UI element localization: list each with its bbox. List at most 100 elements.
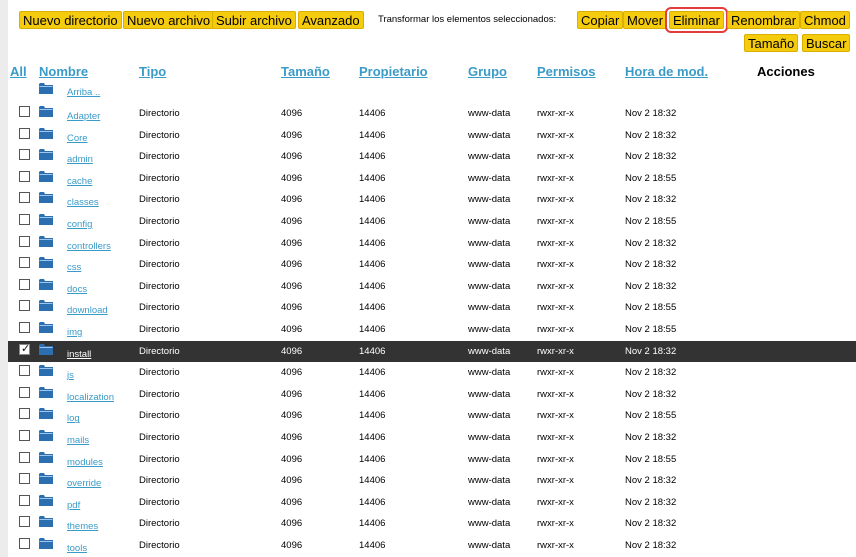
- row-checkbox[interactable]: [19, 408, 30, 420]
- rename-button[interactable]: Renombrar: [727, 11, 801, 29]
- owner-cell: 14406: [359, 280, 386, 292]
- folder-name-link[interactable]: log: [67, 413, 80, 424]
- sort-type-header[interactable]: Tipo: [139, 64, 166, 79]
- size-button[interactable]: Tamaño: [744, 34, 799, 52]
- row-checkbox[interactable]: [19, 127, 30, 139]
- type-cell: Directorio: [139, 129, 180, 141]
- folder-name-link[interactable]: Core: [67, 133, 88, 144]
- group-cell: www-data: [468, 453, 511, 465]
- folder-name-link[interactable]: mails: [67, 435, 89, 446]
- row-checkbox[interactable]: [19, 516, 30, 528]
- group-cell: www-data: [468, 280, 511, 292]
- row-checkbox[interactable]: ✓: [19, 342, 30, 355]
- permissions-cell: rwxr-xr-x: [537, 237, 574, 249]
- folder-name-link[interactable]: classes: [67, 197, 99, 208]
- sort-modified-header[interactable]: Hora de mod.: [625, 64, 708, 79]
- group-cell: www-data: [468, 237, 511, 249]
- folder-icon: [39, 538, 53, 549]
- copy-button[interactable]: Copiar: [577, 11, 624, 29]
- folder-name-link[interactable]: controllers: [67, 241, 111, 252]
- folder-name-link[interactable]: docs: [67, 284, 87, 295]
- row-checkbox[interactable]: [19, 322, 30, 333]
- table-row: modules Directorio 4096 14406 www-data rwxr-x…: [8, 449, 856, 471]
- folder-name-link[interactable]: cache: [67, 176, 92, 187]
- sort-size-header[interactable]: Tamaño: [281, 64, 330, 79]
- folder-name-link[interactable]: css: [67, 262, 81, 273]
- type-cell: Directorio: [139, 345, 180, 357]
- row-checkbox[interactable]: [19, 106, 30, 117]
- row-checkbox[interactable]: [19, 170, 30, 182]
- sort-owner-header[interactable]: Propietario: [359, 64, 428, 79]
- group-cell: www-data: [468, 216, 511, 227]
- transform-selected-label: Transformar los elementos seleccionados:: [378, 14, 557, 25]
- size-cell: 4096: [281, 194, 303, 206]
- permissions-cell: rwxr-xr-x: [537, 432, 574, 443]
- advanced-button[interactable]: Avanzado: [298, 11, 364, 29]
- folder-icon: [39, 235, 53, 247]
- size-cell: 4096: [281, 367, 303, 379]
- row-checkbox[interactable]: [19, 473, 30, 485]
- size-cell: 4096: [281, 259, 303, 271]
- delete-button[interactable]: Eliminar: [665, 7, 728, 33]
- folder-name-link[interactable]: override: [67, 478, 101, 489]
- folder-name-link[interactable]: admin: [67, 154, 93, 165]
- folder-name-link[interactable]: download: [67, 305, 108, 316]
- group-cell: www-data: [468, 388, 511, 400]
- table-row: docs Directorio 4096 14406 www-data rwxr-xr-x…: [8, 276, 856, 298]
- folder-name-link[interactable]: tools: [67, 543, 87, 554]
- row-checkbox[interactable]: [19, 278, 30, 290]
- size-cell: 4096: [281, 475, 303, 487]
- table-row: config Directorio 4096 14406 www-data rwxr-xr…: [8, 211, 856, 233]
- owner-cell: 14406: [359, 410, 386, 422]
- row-checkbox[interactable]: [19, 451, 30, 463]
- sort-permissions-header[interactable]: Permisos: [537, 64, 596, 79]
- size-cell: 4096: [281, 129, 303, 141]
- folder-name-link[interactable]: install: [67, 349, 91, 360]
- table-row: Core Directorio 4096 14406 www-data rwxr-xr-x…: [8, 125, 856, 147]
- group-cell: www-data: [468, 540, 511, 551]
- folder-name-link[interactable]: config: [67, 219, 92, 230]
- owner-cell: 14406: [359, 151, 386, 163]
- upload-file-button[interactable]: Subir archivo: [212, 11, 296, 29]
- folder-icon: [39, 300, 53, 312]
- select-all-link[interactable]: All: [10, 64, 27, 79]
- modified-cell: Nov 2 18:32: [625, 367, 677, 379]
- row-checkbox[interactable]: [19, 538, 30, 549]
- new-file-button[interactable]: Nuevo archivo: [123, 11, 215, 29]
- row-checkbox[interactable]: [19, 257, 30, 269]
- search-button[interactable]: Buscar: [802, 34, 851, 52]
- row-checkbox[interactable]: [19, 300, 30, 312]
- folder-name-link[interactable]: themes: [67, 521, 98, 532]
- permissions-cell: rwxr-xr-x: [537, 367, 574, 379]
- table-row: img Directorio 4096 14406 www-data rwxr-xr-x N…: [8, 319, 856, 341]
- row-checkbox[interactable]: [19, 192, 30, 204]
- type-cell: Directorio: [139, 518, 180, 530]
- table-row: Adapter Directorio 4096 14406 www-data rwxr-x…: [8, 103, 856, 125]
- row-checkbox[interactable]: [19, 149, 30, 161]
- row-checkbox[interactable]: [19, 494, 30, 506]
- parent-directory-link[interactable]: Arriba ..: [67, 87, 100, 98]
- sort-name-header[interactable]: Nombre: [39, 64, 88, 79]
- new-directory-button[interactable]: Nuevo directorio: [19, 11, 122, 29]
- folder-name-link[interactable]: modules: [67, 457, 103, 468]
- folder-name-link[interactable]: js: [67, 370, 74, 381]
- row-checkbox[interactable]: [19, 235, 30, 247]
- row-checkbox[interactable]: [19, 386, 30, 398]
- folder-icon: [39, 322, 53, 333]
- row-checkbox[interactable]: [19, 365, 30, 377]
- row-checkbox[interactable]: [19, 430, 30, 441]
- chmod-button[interactable]: Chmod: [800, 11, 850, 29]
- folder-name-link[interactable]: Adapter: [67, 111, 100, 122]
- folder-icon: [39, 106, 53, 117]
- folder-name-link[interactable]: pdf: [67, 500, 80, 511]
- sort-group-header[interactable]: Grupo: [468, 64, 507, 79]
- folder-icon: [39, 494, 53, 506]
- row-checkbox[interactable]: [19, 214, 30, 225]
- folder-name-link[interactable]: localization: [67, 392, 114, 403]
- modified-cell: Nov 2 18:55: [625, 216, 677, 227]
- table-row: mails Directorio 4096 14406 www-data rwxr-xr-…: [8, 427, 856, 449]
- folder-name-link[interactable]: img: [67, 327, 82, 338]
- owner-cell: 14406: [359, 475, 386, 487]
- move-button[interactable]: Mover: [623, 11, 668, 29]
- group-cell: www-data: [468, 172, 511, 184]
